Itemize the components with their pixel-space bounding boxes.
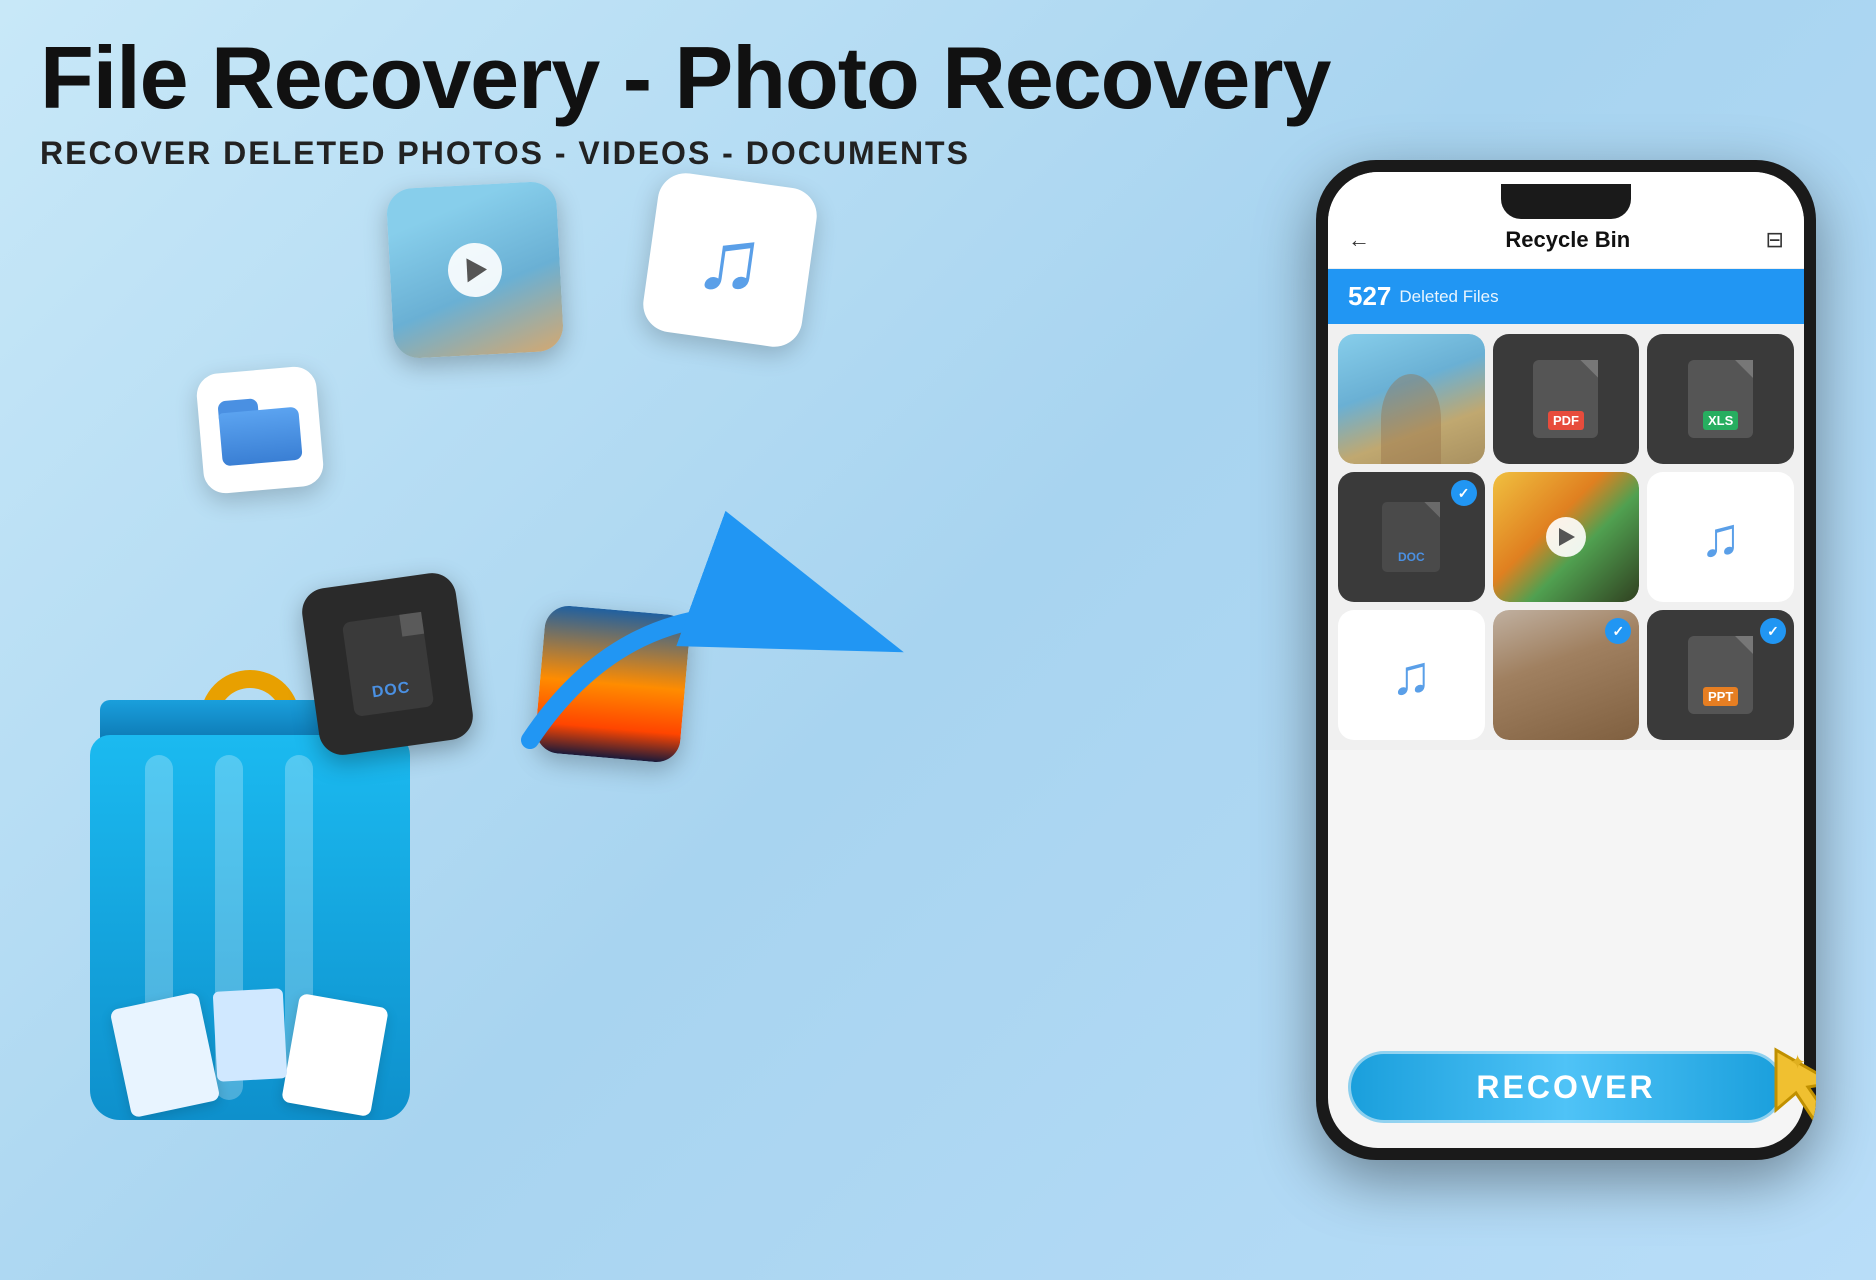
sub-title: RECOVER DELETED PHOTOS - VIDEOS - DOCUME…	[40, 135, 1330, 172]
recover-button-area[interactable]: RECOVER	[1348, 1051, 1784, 1123]
recover-button-label: RECOVER	[1476, 1069, 1655, 1106]
photo-girl-1	[1338, 334, 1485, 464]
xls-badge: XLS	[1703, 411, 1738, 430]
trash-body	[90, 735, 410, 1120]
file-cell-doc[interactable]: DOC ✓	[1338, 472, 1485, 602]
floating-video-icon	[386, 181, 565, 360]
filter-icon[interactable]: ⊟	[1766, 227, 1784, 253]
deleted-count: 527	[1348, 281, 1391, 312]
pdf-document-icon: PDF	[1533, 360, 1598, 438]
music-note-icon: ♫	[689, 204, 770, 315]
files-grid: PDF XLS DOC ✓	[1328, 324, 1804, 750]
floating-music-icon: ♫	[640, 170, 821, 351]
cursor-area: ✦	[1766, 1045, 1816, 1130]
deleted-files-bar: 527 Deleted Files	[1328, 269, 1804, 324]
trash-bin	[90, 700, 410, 1120]
xls-document-icon: XLS	[1688, 360, 1753, 438]
doc-check-badge: ✓	[1451, 480, 1477, 506]
file-cell-video-flower[interactable]	[1493, 472, 1640, 602]
curved-arrow	[450, 480, 950, 780]
folder-body	[218, 406, 302, 466]
doc-fold-corner	[399, 611, 424, 636]
file-cell-xls[interactable]: XLS	[1647, 334, 1794, 464]
music-note-cell-1: ♫	[1700, 505, 1741, 569]
play-triangle-small	[1559, 528, 1575, 546]
file-cell-pdf[interactable]: PDF	[1493, 334, 1640, 464]
flower-video-thumb	[1493, 472, 1640, 602]
play-button-small	[1546, 517, 1586, 557]
phone-mockup: ← Recycle Bin ⊟ 527 Deleted Files PDF	[1316, 160, 1816, 1160]
file-cell-music-1[interactable]: ♫	[1647, 472, 1794, 602]
ppt-fold	[1735, 636, 1753, 654]
back-button[interactable]: ←	[1348, 227, 1370, 253]
doc-cell-label: DOC	[1398, 550, 1425, 564]
phone-notch	[1501, 184, 1631, 219]
music-note-cell-2: ♫	[1391, 643, 1432, 707]
sparkle-icon: ✦	[1789, 1050, 1806, 1075]
xls-fold	[1735, 360, 1753, 378]
floating-folder-icon	[195, 365, 325, 495]
file-cell-music-2[interactable]: ♫	[1338, 610, 1485, 740]
deleted-label: Deleted Files	[1399, 287, 1498, 307]
ppt-check-badge: ✓	[1760, 618, 1786, 644]
folder-icon-inner	[217, 394, 302, 466]
file-cell-photo-guy[interactable]: ✓	[1493, 610, 1640, 740]
doc-cell-fold	[1424, 502, 1440, 518]
file-cell-photo-1[interactable]	[1338, 334, 1485, 464]
pdf-fold	[1580, 360, 1598, 378]
file-cell-ppt[interactable]: PPT ✓	[1647, 610, 1794, 740]
doc-label-float: DOC	[371, 679, 412, 702]
header-area: File Recovery - Photo Recovery RECOVER D…	[40, 30, 1330, 172]
doc-icon-shape: DOC	[341, 611, 433, 716]
pdf-badge: PDF	[1548, 411, 1584, 430]
recover-button[interactable]: RECOVER	[1348, 1051, 1784, 1123]
ppt-document-icon: PPT	[1688, 636, 1753, 714]
play-triangle-icon	[466, 257, 487, 282]
phone-screen: ← Recycle Bin ⊟ 527 Deleted Files PDF	[1328, 172, 1804, 1148]
ppt-badge: PPT	[1703, 687, 1738, 706]
main-title: File Recovery - Photo Recovery	[40, 30, 1330, 127]
app-screen-title: Recycle Bin	[1505, 227, 1630, 253]
doc-cell-icon: DOC	[1382, 502, 1440, 572]
trash-illustration	[60, 700, 440, 1220]
